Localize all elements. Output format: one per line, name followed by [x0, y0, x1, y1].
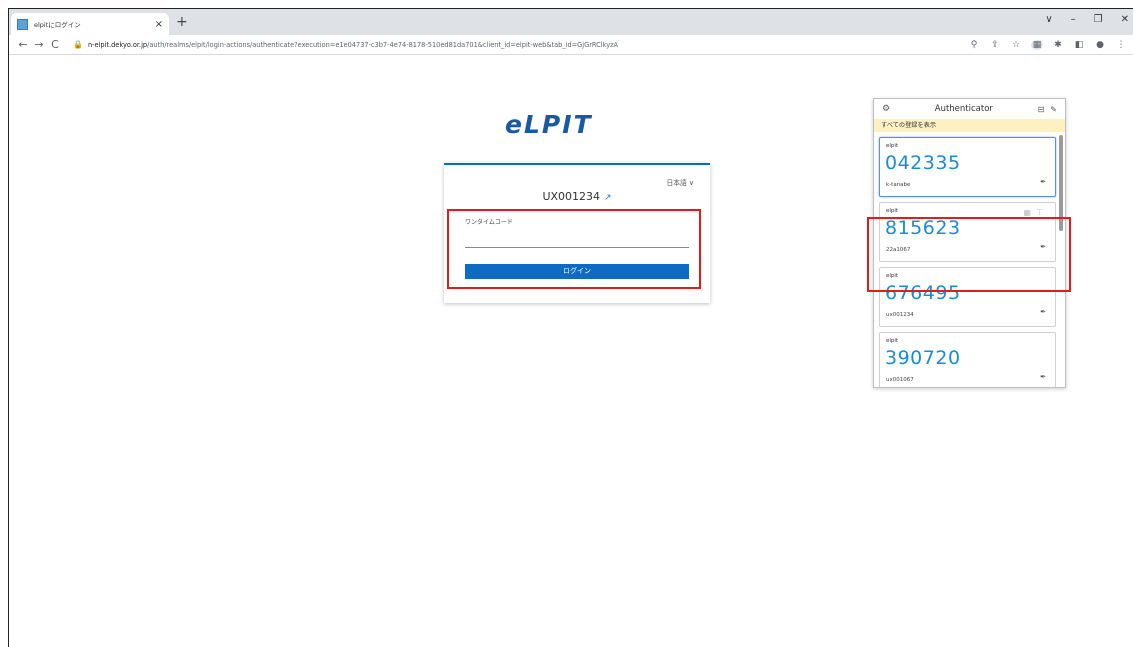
otp-entry[interactable]: elpit 390720 ux001067 ✒ [879, 332, 1056, 387]
external-link-icon[interactable]: ↗ [604, 193, 612, 203]
browser-window: elpitにログイン × + ∨ – ❐ ✕ ← → C 🔒 n-elpit.d… [8, 8, 1133, 647]
otp-entry[interactable]: elpit 042335 k-tanabe ✒ [879, 137, 1056, 197]
otp-entry[interactable]: elpit ▦ ⊤ 815623 22a1067 ✒ [879, 202, 1056, 262]
entry-actions: ▦ ⊤ [1023, 208, 1043, 217]
otp-entry-list: elpit 042335 k-tanabe ✒ elpit ▦ ⊤ 815623… [874, 132, 1060, 387]
back-arrow-icon[interactable]: ← [15, 38, 31, 51]
page-content: eLPIT 日本語 ∨ UX001234 ↗ ワンタイムコード ログイン ⚙ Au… [9, 55, 1133, 647]
tab-elpit-login[interactable]: elpitにログイン × [11, 13, 169, 35]
zoom-icon[interactable]: ⚲ [968, 40, 980, 50]
entry-issuer: elpit [886, 273, 899, 279]
entry-issuer: elpit [886, 208, 899, 214]
otp-entry[interactable]: elpit 676495 ux001234 ✒ [879, 267, 1056, 327]
gear-icon[interactable]: ⚙ [882, 104, 890, 114]
entry-code[interactable]: 815623 [885, 217, 961, 239]
tab-title: elpitにログイン [34, 21, 81, 29]
login-button[interactable]: ログイン [465, 264, 689, 279]
lock-icon[interactable]: 🔒 [73, 40, 83, 49]
forward-arrow-icon[interactable]: → [31, 38, 47, 51]
pin-icon[interactable]: ✒ [1040, 243, 1046, 251]
extensions-puzzle-icon[interactable]: ✱ [1052, 40, 1064, 50]
reload-icon[interactable]: C [47, 38, 63, 51]
tab-close-icon[interactable]: × [155, 19, 163, 30]
header-tools: ⊟ ✎ [1038, 105, 1057, 114]
minimize-button[interactable]: – [1071, 14, 1076, 25]
pin-icon[interactable]: ✒ [1040, 308, 1046, 316]
entry-account: 22a1067 [886, 247, 911, 253]
username-display: UX001234 ↗ [444, 190, 710, 203]
address-bar[interactable]: 🔒 n-elpit.dekyo.or.jp/auth/realms/elpit/… [73, 40, 968, 49]
authenticator-popup: ⚙ Authenticator ⊟ ✎ すべての登録を表示 elpit 0423… [873, 98, 1066, 388]
authenticator-title: Authenticator [934, 104, 993, 114]
username-text: UX001234 [542, 190, 601, 203]
close-window-button[interactable]: ✕ [1121, 14, 1129, 25]
language-selector[interactable]: 日本語 ∨ [666, 177, 694, 187]
share-icon[interactable]: ⇪ [989, 40, 1001, 50]
edit-pencil-icon[interactable]: ✎ [1050, 105, 1057, 114]
new-tab-button[interactable]: + [176, 14, 188, 30]
tab-search-icon[interactable]: ∨ [1045, 14, 1052, 25]
otp-input[interactable] [465, 228, 689, 248]
restore-button[interactable]: ❐ [1094, 14, 1103, 25]
profile-avatar-icon[interactable]: ● [1094, 40, 1106, 50]
pin-icon[interactable]: ✒ [1040, 178, 1046, 186]
entry-code[interactable]: 676495 [885, 282, 961, 304]
popup-scrollbar[interactable] [1059, 135, 1063, 231]
favicon-icon [17, 18, 28, 30]
show-all-banner[interactable]: すべての登録を表示 [874, 119, 1065, 132]
authenticator-extension-icon[interactable]: ▦ [1031, 39, 1043, 50]
elpit-logo: eLPIT [505, 110, 593, 139]
side-panel-icon[interactable]: ◧ [1073, 40, 1085, 50]
menu-kebab-icon[interactable]: ⋮ [1115, 40, 1127, 50]
entry-account: ux001234 [886, 312, 914, 318]
pin-top-icon[interactable]: ⊤ [1036, 208, 1043, 217]
toolbar-icons: ⚲ ⇪ ☆ ▦ ✱ ◧ ● ⋮ [968, 39, 1127, 50]
tab-strip: elpitにログイン × + ∨ – ❐ ✕ [9, 9, 1133, 35]
entry-account: ux001067 [886, 377, 914, 383]
login-card: 日本語 ∨ UX001234 ↗ ワンタイムコード ログイン [444, 163, 710, 303]
window-controls: ∨ – ❐ ✕ [1045, 14, 1129, 25]
pin-icon[interactable]: ✒ [1040, 373, 1046, 381]
qr-code-icon[interactable]: ▦ [1023, 208, 1031, 217]
authenticator-header: ⚙ Authenticator ⊟ ✎ [874, 99, 1065, 119]
entry-issuer: elpit [886, 338, 899, 344]
scan-qr-icon[interactable]: ⊟ [1038, 105, 1045, 114]
url-text: n-elpit.dekyo.or.jp/auth/realms/elpit/lo… [87, 40, 619, 49]
otp-label: ワンタイムコード [465, 219, 513, 226]
entry-account: k-tanabe [886, 182, 911, 188]
entry-issuer: elpit [886, 143, 899, 149]
entry-code[interactable]: 390720 [885, 347, 961, 369]
entry-code[interactable]: 042335 [885, 152, 961, 174]
browser-toolbar: ← → C 🔒 n-elpit.dekyo.or.jp/auth/realms/… [9, 35, 1133, 55]
bookmark-star-icon[interactable]: ☆ [1010, 40, 1022, 50]
